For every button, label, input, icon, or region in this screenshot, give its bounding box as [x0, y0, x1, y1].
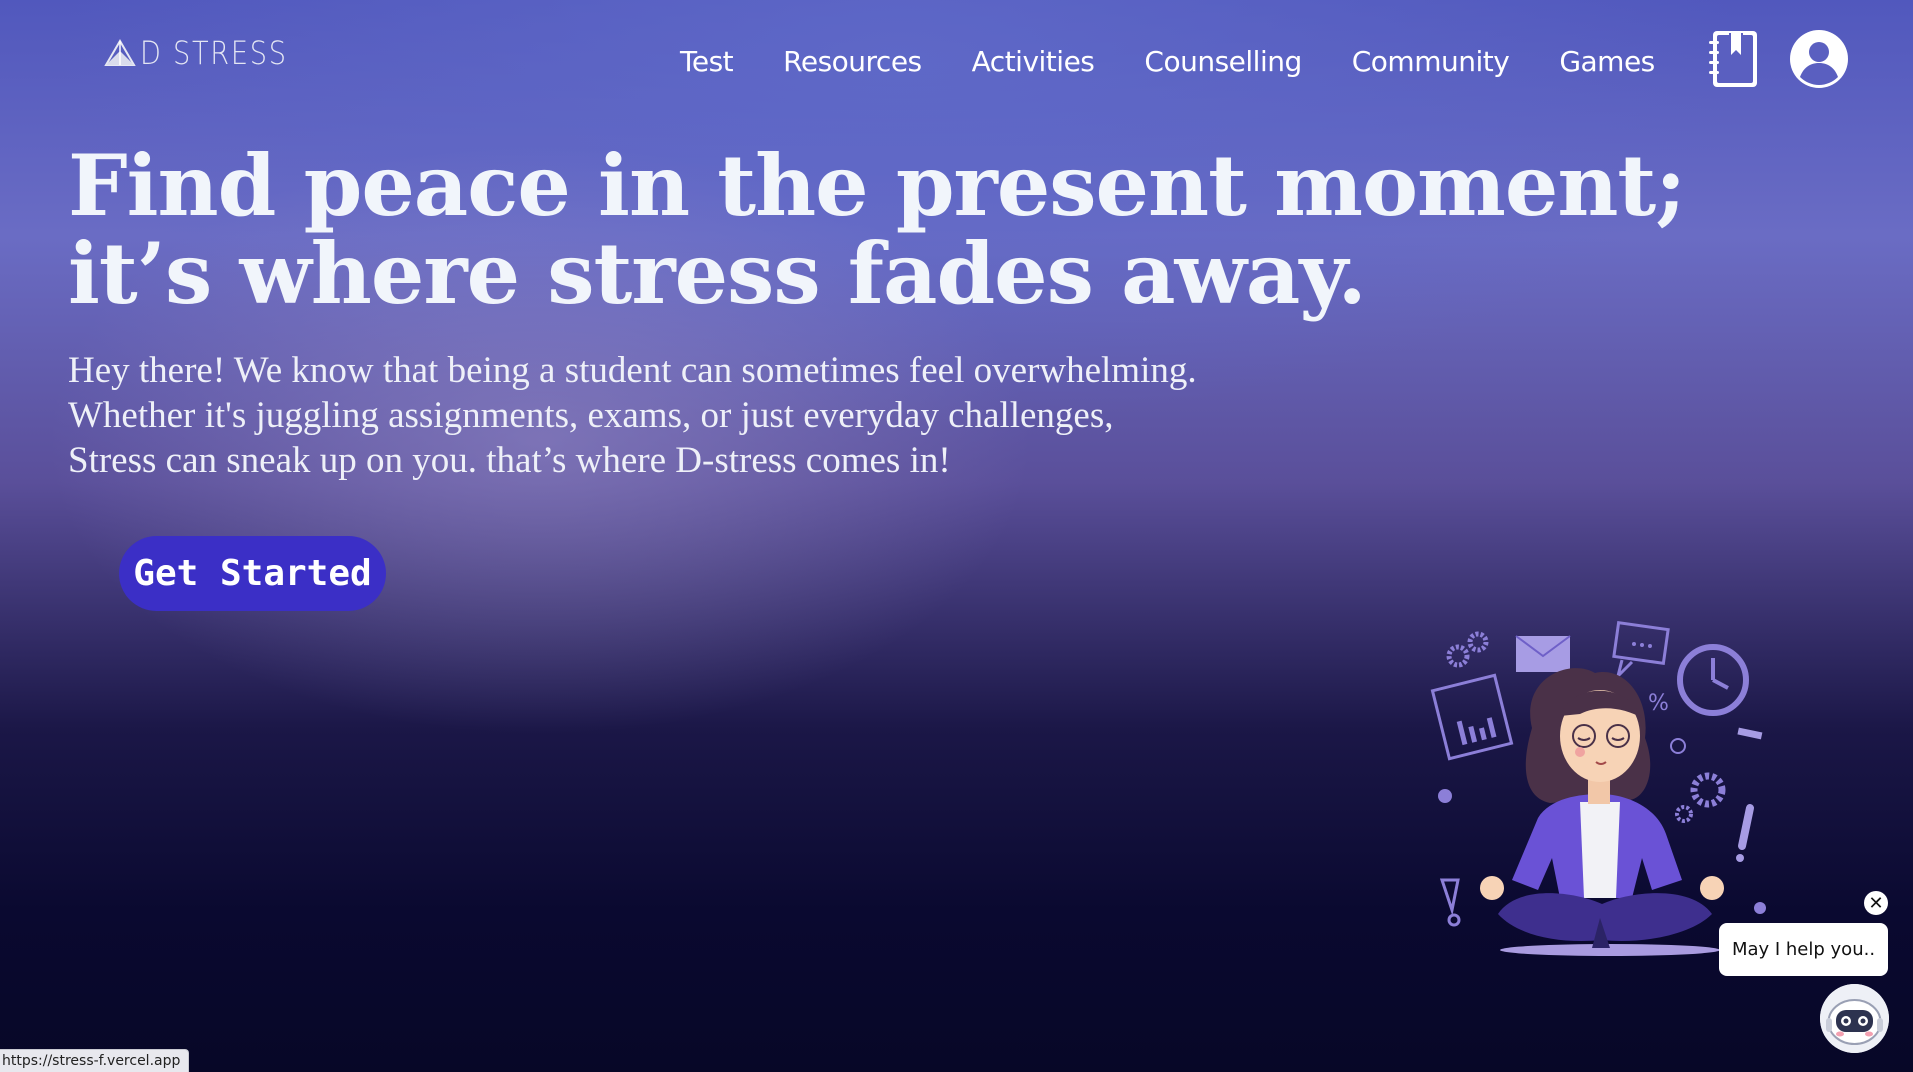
main-navigation: Test Resources Activities Counselling Co… — [680, 29, 1849, 88]
hero-subtitle-line: Whether it's juggling assignments, exams… — [68, 395, 1114, 436]
hero-title: Find peace in the present moment; it’s w… — [68, 136, 1686, 323]
brand-logo[interactable]: D STRESS — [104, 34, 314, 72]
user-circle-icon[interactable] — [1789, 29, 1849, 94]
nav-activities[interactable]: Activities — [972, 45, 1095, 78]
hero-subtitle-line: Hey there! We know that being a student … — [68, 350, 1197, 391]
robot-avatar-icon[interactable] — [1820, 984, 1889, 1053]
status-bar-url: https://stress-f.vercel.app — [0, 1049, 190, 1072]
nav-resources[interactable]: Resources — [783, 45, 922, 78]
meditating-woman-illustration: % — [1420, 618, 1780, 968]
chat-help-bubble[interactable]: May I help you.. — [1719, 923, 1888, 976]
hero-subtitle: Hey there! We know that being a student … — [68, 348, 1468, 483]
brand-name: D STRESS — [140, 34, 288, 72]
paper-plane-logo-icon — [104, 37, 136, 69]
svg-text:%: % — [1648, 691, 1669, 716]
nav-test[interactable]: Test — [680, 45, 734, 78]
nav-games[interactable]: Games — [1559, 45, 1655, 78]
get-started-button[interactable]: Get Started — [119, 536, 386, 611]
hero-subtitle-line: Stress can sneak up on you. that’s where… — [68, 440, 951, 481]
nav-community[interactable]: Community — [1352, 45, 1510, 78]
nav-counselling[interactable]: Counselling — [1144, 45, 1302, 78]
journal-bookmark-icon[interactable] — [1705, 29, 1761, 94]
chat-close-button[interactable]: ✕ — [1864, 891, 1888, 915]
